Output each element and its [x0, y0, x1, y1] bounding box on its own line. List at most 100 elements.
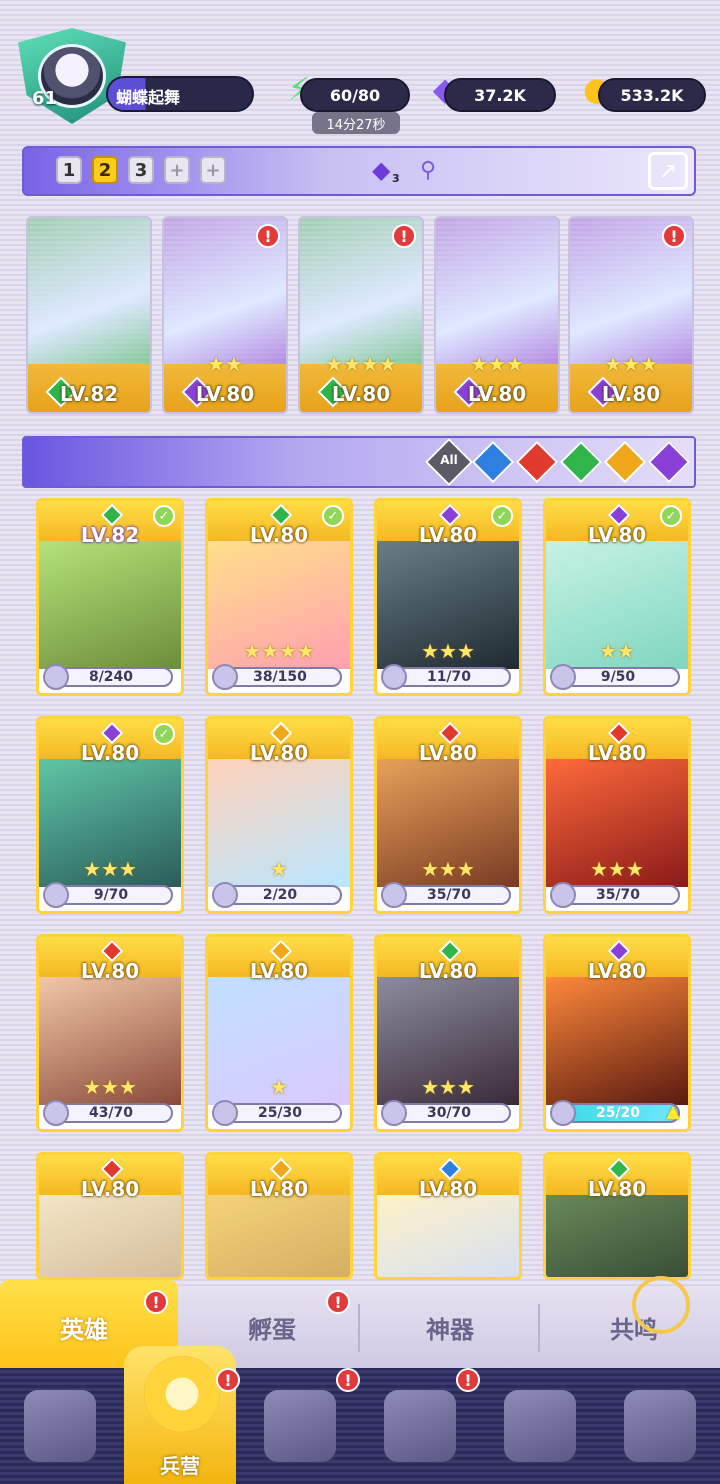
hero-card[interactable]: LV.80 ★★★ 30/70: [374, 934, 522, 1132]
gold-value: 533.2K: [620, 85, 684, 105]
hero-level: LV.80: [80, 741, 140, 765]
star-rating: ★: [270, 857, 288, 881]
team-slot[interactable]: LV.82: [26, 216, 152, 414]
shard-icon: [381, 664, 407, 690]
subtab-heroes-alert: !: [144, 1290, 168, 1314]
star-rating: ★★★★: [325, 352, 397, 376]
hero-card[interactable]: LV.80 25/20 ▲: [543, 934, 691, 1132]
star-rating: ★★: [599, 639, 635, 663]
hero-level: LV.80: [80, 959, 140, 983]
hero-level: LV.80: [601, 382, 661, 406]
team-add-button-2[interactable]: +: [200, 156, 226, 184]
team-slot[interactable]: ★★ LV.80!: [162, 216, 288, 414]
team-slot[interactable]: ★★★ LV.80!: [568, 216, 694, 414]
star-rating: ★★★: [590, 857, 644, 881]
team-tab-2[interactable]: 2: [92, 156, 118, 184]
hero-card[interactable]: LV.80 ★ 25/30: [205, 934, 353, 1132]
hero-level: LV.80: [467, 382, 527, 406]
shard-icon: [381, 882, 407, 908]
nav-castle-icon[interactable]: [384, 1390, 456, 1462]
nav-book-icon[interactable]: [264, 1390, 336, 1462]
hero-card[interactable]: LV.80: [374, 1152, 522, 1280]
hero-portrait: [208, 1193, 350, 1277]
team-slot[interactable]: ★★★ LV.80: [434, 216, 560, 414]
nav-guild-icon[interactable]: [504, 1390, 576, 1462]
stamina-timer: 14分27秒: [312, 112, 400, 134]
hero-level: LV.80: [80, 1177, 140, 1201]
hero-level: LV.80: [418, 741, 478, 765]
star-rating: ★★: [207, 352, 243, 376]
hero-card[interactable]: LV.80 ✓ ★★ 9/50: [543, 498, 691, 696]
gem-pill[interactable]: 37.2K: [444, 78, 556, 112]
team-tab-1[interactable]: 1: [56, 156, 82, 184]
hero-card[interactable]: LV.80 ✓ ★★★ 11/70: [374, 498, 522, 696]
barracks-icon: [144, 1356, 220, 1432]
gem-value: 37.2K: [474, 85, 526, 105]
hero-portrait: [377, 1193, 519, 1277]
hero-portrait: [546, 1193, 688, 1277]
check-icon: ✓: [491, 505, 513, 527]
team-slot[interactable]: ★★★★ LV.80!: [298, 216, 424, 414]
nav-barracks-label: 兵营: [160, 1454, 200, 1478]
hero-card[interactable]: LV.80 ✓ ★★★ 9/70: [36, 716, 184, 914]
subtab-heroes-label: 英雄: [60, 1316, 108, 1344]
hero-card[interactable]: LV.80: [36, 1152, 184, 1280]
hero-level: LV.82: [80, 523, 140, 547]
hero-card[interactable]: LV.80 ★ 2/20: [205, 716, 353, 914]
filter-all-label: All: [440, 453, 458, 467]
slot-alert: !: [392, 224, 416, 248]
hero-card[interactable]: LV.80: [205, 1152, 353, 1280]
team-bar: [22, 146, 696, 196]
subtab-artifact[interactable]: 神器: [426, 1310, 474, 1345]
hero-portrait: [436, 218, 558, 368]
subtab-divider-2: [538, 1304, 540, 1352]
shard-icon: [550, 664, 576, 690]
hero-level: LV.80: [418, 959, 478, 983]
team-gem-count: 3: [392, 172, 400, 185]
star-rating: ★: [270, 1075, 288, 1099]
subtab-hatch-alert: !: [326, 1290, 350, 1314]
search-icon[interactable]: ⚲: [420, 158, 436, 183]
hero-portrait: [39, 1193, 181, 1277]
hero-card[interactable]: LV.80 ✓ ★★★★ 38/150: [205, 498, 353, 696]
hero-level: LV.80: [587, 523, 647, 547]
hero-card[interactable]: LV.80 ★★★ 35/70: [543, 716, 691, 914]
hero-card[interactable]: LV.80: [543, 1152, 691, 1280]
player-level: 61: [32, 88, 58, 109]
team-tab-3[interactable]: 3: [128, 156, 154, 184]
share-icon[interactable]: ↗: [648, 152, 688, 190]
team-gem-icon[interactable]: ◆: [372, 156, 406, 188]
hero-level: LV.80: [249, 1177, 309, 1201]
ring-icon[interactable]: [632, 1276, 690, 1334]
subtab-divider: [358, 1304, 360, 1352]
hero-level: LV.80: [331, 382, 391, 406]
shard-icon: [550, 1100, 576, 1126]
star-rating: ★★★: [421, 857, 475, 881]
hero-card[interactable]: LV.80 ★★★ 35/70: [374, 716, 522, 914]
hero-level: LV.82: [59, 382, 119, 406]
nav-barracks-alert: !: [216, 1368, 240, 1392]
hero-level: LV.80: [249, 741, 309, 765]
hero-card[interactable]: LV.82 ✓ 8/240: [36, 498, 184, 696]
star-rating: ★★★: [421, 1075, 475, 1099]
gold-pill[interactable]: 533.2K: [598, 78, 706, 112]
nav-cards-icon[interactable]: [24, 1390, 96, 1462]
slot-alert: !: [256, 224, 280, 248]
shard-icon: [212, 664, 238, 690]
shard-icon: [212, 1100, 238, 1126]
hero-portrait: [28, 218, 150, 368]
stamina-pill[interactable]: 60/80: [300, 78, 410, 112]
hero-card[interactable]: LV.80 ★★★ 43/70: [36, 934, 184, 1132]
team-add-button[interactable]: +: [164, 156, 190, 184]
upgrade-arrow-icon[interactable]: ▲: [666, 1101, 680, 1122]
bottom-navbar: [0, 1368, 720, 1484]
star-rating: ★★★★: [243, 639, 315, 663]
hero-portrait: [546, 975, 688, 1105]
nav-scroll-icon[interactable]: [624, 1390, 696, 1462]
hero-level: LV.80: [587, 1177, 647, 1201]
hero-level: LV.80: [195, 382, 255, 406]
check-icon: ✓: [660, 505, 682, 527]
star-rating: ★★★: [83, 1075, 137, 1099]
subtab-hatch[interactable]: 孵蛋: [248, 1310, 296, 1345]
shard-icon: [43, 664, 69, 690]
